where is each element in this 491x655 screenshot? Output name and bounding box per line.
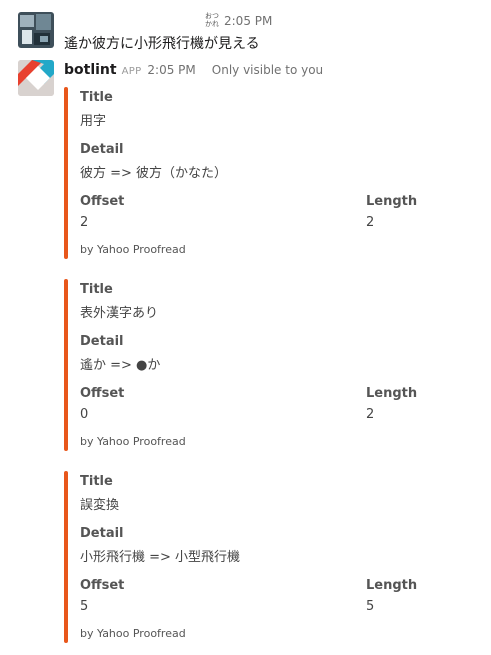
status-text: おつかれ (205, 12, 219, 28)
offset-label: Offset (80, 386, 125, 401)
offset-label: Offset (80, 578, 125, 593)
length-label: Length (366, 194, 418, 209)
attachment-accent-bar (64, 279, 68, 451)
bot-timestamp[interactable]: 2:05 PM (147, 63, 195, 77)
title-value: 用字 (80, 114, 107, 129)
title-label: Title (80, 90, 113, 105)
title-label: Title (80, 474, 113, 489)
bot-message-header: botlint APP 2:05 PM Only visible to you (64, 62, 323, 78)
detail-label: Detail (80, 526, 124, 541)
detail-label: Detail (80, 334, 124, 349)
length-label: Length (366, 386, 418, 401)
attachment: Title 用字 Detail 彼方 => 彼方（かなた） Offset 2 L… (64, 87, 424, 259)
attachment-footer: by Yahoo Proofread (80, 243, 186, 256)
attachment: Title 誤変換 Detail 小形飛行機 => 小型飛行機 Offset 5… (64, 471, 424, 643)
bot-avatar[interactable] (18, 60, 54, 96)
offset-value: 2 (80, 215, 89, 230)
length-value: 2 (366, 407, 375, 422)
app-badge: APP (121, 66, 142, 77)
length-value: 5 (366, 599, 375, 614)
detail-value: 小形飛行機 => 小型飛行機 (80, 550, 241, 565)
attachment-accent-bar (64, 471, 68, 643)
detail-value: 彼方 => 彼方（かなた） (80, 166, 228, 181)
offset-label: Offset (80, 194, 125, 209)
title-label: Title (80, 282, 113, 297)
user-avatar[interactable] (18, 12, 54, 48)
offset-value: 0 (80, 407, 89, 422)
message-text: 遙か彼方に小形飛行機が見える (64, 36, 260, 52)
bot-name[interactable]: botlint (64, 62, 117, 78)
message-meta: おつかれ 2:05 PM (204, 12, 272, 28)
length-label: Length (366, 578, 418, 593)
detail-label: Detail (80, 142, 124, 157)
detail-value: 遙か => ●か (80, 358, 161, 373)
title-value: 誤変換 (80, 498, 120, 513)
attachment-accent-bar (64, 87, 68, 259)
visibility-note: Only visible to you (211, 63, 324, 77)
attachment-footer: by Yahoo Proofread (80, 435, 186, 448)
length-value: 2 (366, 215, 375, 230)
attachment: Title 表外漢字あり Detail 遙か => ●か Offset 0 Le… (64, 279, 424, 451)
offset-value: 5 (80, 599, 89, 614)
attachment-footer: by Yahoo Proofread (80, 627, 186, 640)
title-value: 表外漢字あり (80, 306, 159, 321)
message-timestamp[interactable]: 2:05 PM (224, 14, 272, 28)
